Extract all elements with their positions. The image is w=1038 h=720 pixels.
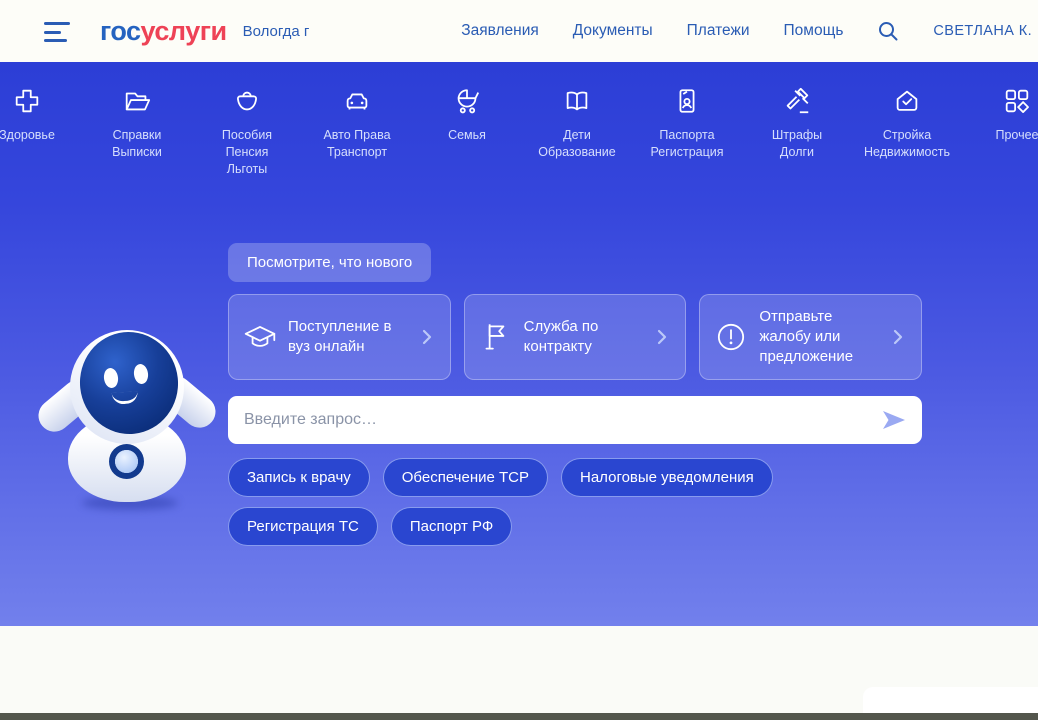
open-book-icon: [562, 86, 592, 116]
assistant-search-bar: [228, 396, 922, 444]
chevron-right-icon: [417, 327, 437, 347]
send-arrow-icon[interactable]: [880, 406, 908, 434]
gavel-icon: [782, 86, 812, 116]
suggestion-chips: Запись к врачу Обеспечение ТСР Налоговые…: [228, 458, 928, 546]
service-categories: Здоровье СправкиВыписки ПособияПенсияЛьг…: [0, 86, 1038, 178]
mascot-chest-button: [115, 450, 138, 473]
purse-icon: [232, 86, 262, 116]
chip-vehicle-registration[interactable]: Регистрация ТС: [228, 507, 378, 546]
top-navigation: Заявления Документы Платежи Помощь СВЕТЛ…: [461, 20, 1028, 42]
bottom-right-panel: [863, 687, 1038, 713]
chevron-right-icon: [652, 327, 672, 347]
chip-rf-passport[interactable]: Паспорт РФ: [391, 507, 512, 546]
house-check-icon: [892, 86, 922, 116]
card-university-admission[interactable]: Поступление ввуз онлайн: [228, 294, 451, 380]
hero-section: Здоровье СправкиВыписки ПособияПенсияЛьг…: [0, 62, 1038, 626]
category-education[interactable]: ДетиОбразование: [522, 86, 632, 178]
taskbar-edge: [0, 713, 1038, 720]
category-certificates[interactable]: СправкиВыписки: [82, 86, 192, 178]
category-benefits[interactable]: ПособияПенсияЛьготы: [192, 86, 302, 178]
category-health[interactable]: Здоровье: [0, 86, 82, 178]
robot-assistant-mascot[interactable]: [38, 328, 218, 520]
top-header: госуслуги Вологда г Заявления Документы …: [0, 0, 1038, 62]
city-selector[interactable]: Вологда г: [243, 23, 310, 40]
category-other[interactable]: Прочее: [962, 86, 1038, 178]
exclamation-circle-icon: [713, 319, 749, 355]
chip-doctor-appointment[interactable]: Запись к врачу: [228, 458, 370, 497]
content-section-below: [0, 626, 1038, 713]
category-family[interactable]: Семья: [412, 86, 522, 178]
menu-hamburger-icon[interactable]: [44, 22, 72, 42]
chip-tsr-provision[interactable]: Обеспечение ТСР: [383, 458, 548, 497]
graduation-cap-icon: [242, 319, 278, 355]
query-input[interactable]: [244, 411, 880, 429]
chevron-right-icon: [888, 327, 908, 347]
gosuslugi-logo[interactable]: госуслуги: [100, 16, 227, 47]
logo-part-blue: гос: [100, 16, 141, 46]
card-contract-service[interactable]: Служба поконтракту: [464, 294, 687, 380]
medical-cross-icon: [12, 86, 42, 116]
nav-item-payments[interactable]: Платежи: [687, 22, 750, 40]
nav-item-help[interactable]: Помощь: [784, 22, 844, 40]
flag-icon: [478, 319, 514, 355]
nav-item-applications[interactable]: Заявления: [461, 22, 539, 40]
category-auto[interactable]: Авто ПраваТранспорт: [302, 86, 412, 178]
stroller-icon: [452, 86, 482, 116]
category-passports[interactable]: ПаспортаРегистрация: [632, 86, 742, 178]
chip-tax-notifications[interactable]: Налоговые уведомления: [561, 458, 773, 497]
card-complaint[interactable]: Отправьтежалобу илипредложение: [699, 294, 922, 380]
promo-cards: Поступление ввуз онлайн Служба поконтрак…: [228, 294, 922, 380]
logo-part-red: услуги: [141, 16, 227, 46]
search-icon[interactable]: [877, 20, 899, 42]
car-icon: [342, 86, 372, 116]
folder-icon: [122, 86, 152, 116]
user-account-button[interactable]: СВЕТЛАНА К.: [933, 23, 1032, 39]
grid-icon: [1002, 86, 1032, 116]
category-fines[interactable]: ШтрафыДолги: [742, 86, 852, 178]
nav-item-documents[interactable]: Документы: [573, 22, 653, 40]
passport-icon: [672, 86, 702, 116]
category-realestate[interactable]: СтройкаНедвижимость: [852, 86, 962, 178]
whats-new-button[interactable]: Посмотрите, что нового: [228, 243, 431, 282]
